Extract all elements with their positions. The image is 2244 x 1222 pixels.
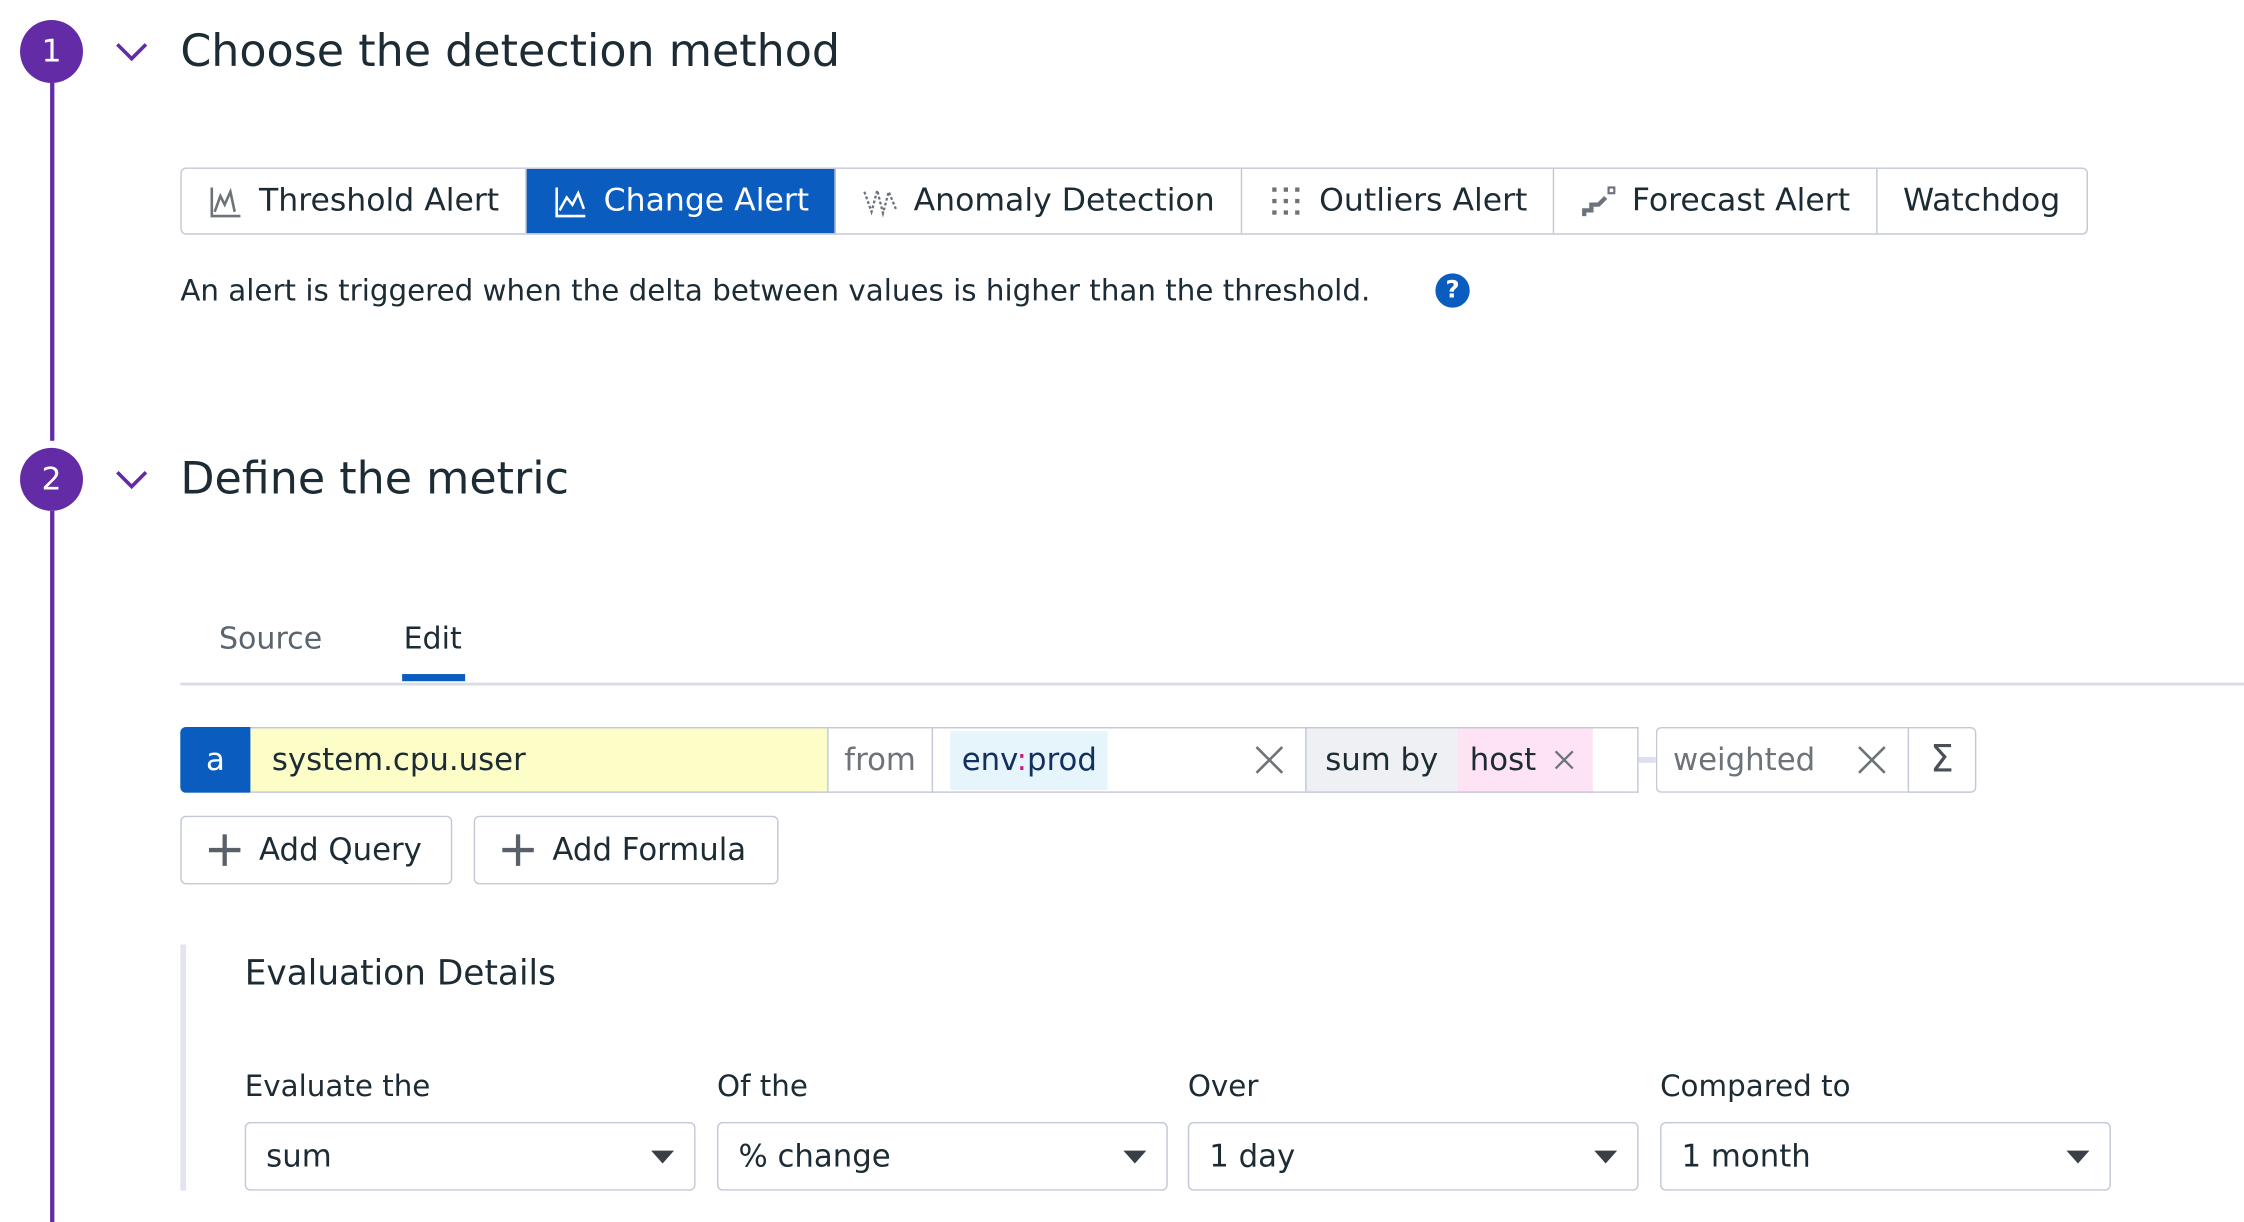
- query-letter: a: [180, 726, 251, 793]
- detection-method-selector: Threshold Alert Change Alert Anomaly Det…: [180, 167, 2088, 235]
- caret-down-icon: [651, 1150, 675, 1164]
- monitor-editor: 1 Choose the detection method Threshold …: [0, 0, 2244, 1222]
- compared-to-select[interactable]: 1 month: [1660, 1121, 2111, 1191]
- tag-filter-input[interactable]: env:prod: [931, 726, 1306, 793]
- over-label: Over: [1187, 1069, 1259, 1104]
- tab-edit[interactable]: Edit: [404, 615, 462, 661]
- select-value: % change: [738, 1138, 891, 1175]
- chevron-down-icon[interactable]: [114, 462, 148, 496]
- step-2-title: Define the metric: [180, 453, 570, 506]
- group-by-input[interactable]: [1592, 726, 1639, 793]
- over-select[interactable]: 1 day: [1187, 1121, 1639, 1191]
- step-1-badge: 1: [20, 20, 84, 84]
- remove-icon[interactable]: [1553, 748, 1576, 771]
- function-label: weighted: [1672, 742, 1816, 778]
- tab-active-indicator: [402, 674, 466, 682]
- plus-icon: [208, 834, 241, 866]
- clear-icon[interactable]: [1856, 744, 1887, 775]
- method-outliers-alert[interactable]: Outliers Alert: [1242, 168, 1555, 234]
- aggregation-label[interactable]: sum by: [1305, 726, 1457, 793]
- connector: [1638, 757, 1656, 763]
- clear-icon[interactable]: [1254, 744, 1285, 775]
- tag-separator: :: [1016, 742, 1028, 778]
- change-icon: [555, 186, 586, 217]
- method-threshold-alert[interactable]: Threshold Alert: [182, 168, 527, 234]
- group-by-chip[interactable]: host: [1456, 726, 1593, 793]
- help-icon[interactable]: ?: [1435, 273, 1470, 308]
- add-formula-button[interactable]: Add Formula: [473, 815, 779, 885]
- method-label: Watchdog: [1902, 183, 2061, 219]
- step-connector: [50, 510, 55, 1222]
- forecast-icon: [1582, 185, 1616, 216]
- chevron-down-icon[interactable]: [114, 34, 148, 68]
- evaluate-select[interactable]: sum: [244, 1121, 696, 1191]
- tabs-divider: [180, 682, 2244, 685]
- metric-input[interactable]: system.cpu.user: [250, 726, 828, 793]
- plus-icon: [502, 834, 534, 866]
- select-value: 1 day: [1209, 1138, 1296, 1175]
- anomaly-icon: [863, 185, 898, 218]
- tab-source[interactable]: Source: [219, 615, 322, 661]
- select-value: 1 month: [1681, 1138, 1811, 1175]
- method-label: Threshold Alert: [259, 183, 500, 219]
- method-label: Forecast Alert: [1631, 183, 1851, 219]
- method-label: Anomaly Detection: [913, 183, 1215, 219]
- from-label: from: [827, 726, 932, 793]
- evaluation-panel-border: [180, 944, 187, 1191]
- method-description: An alert is triggered when the delta bet…: [180, 273, 1371, 308]
- caret-down-icon: [1123, 1150, 1147, 1164]
- add-query-button[interactable]: Add Query: [180, 815, 453, 885]
- compared-to-label: Compared to: [1660, 1069, 1851, 1104]
- of-the-label: Of the: [716, 1069, 808, 1104]
- caret-down-icon: [2066, 1150, 2090, 1164]
- method-change-alert[interactable]: Change Alert: [526, 168, 837, 234]
- method-forecast-alert[interactable]: Forecast Alert: [1555, 168, 1878, 234]
- button-label: Add Query: [259, 832, 422, 868]
- tag-chip[interactable]: env:prod: [950, 730, 1109, 790]
- threshold-icon: [210, 186, 241, 217]
- method-label: Change Alert: [603, 183, 810, 219]
- evaluation-title: Evaluation Details: [244, 953, 556, 994]
- tag-value: prod: [1027, 742, 1097, 778]
- sigma-function-button[interactable]: Σ: [1907, 726, 1977, 793]
- step-connector: [50, 83, 55, 441]
- outliers-icon: [1271, 186, 1300, 214]
- evaluate-label: Evaluate the: [244, 1069, 431, 1104]
- method-label: Outliers Alert: [1319, 183, 1528, 219]
- function-chip[interactable]: weighted: [1655, 726, 1908, 793]
- caret-down-icon: [1594, 1150, 1618, 1164]
- method-watchdog[interactable]: Watchdog: [1877, 169, 2086, 233]
- method-anomaly-detection[interactable]: Anomaly Detection: [836, 168, 1242, 234]
- step-1-title: Choose the detection method: [180, 25, 841, 78]
- tag-key: env: [961, 742, 1017, 778]
- of-the-select[interactable]: % change: [716, 1121, 1168, 1191]
- button-label: Add Formula: [552, 832, 747, 868]
- select-value: sum: [266, 1138, 332, 1175]
- group-by-value: host: [1469, 742, 1537, 778]
- step-2-badge: 2: [20, 447, 84, 511]
